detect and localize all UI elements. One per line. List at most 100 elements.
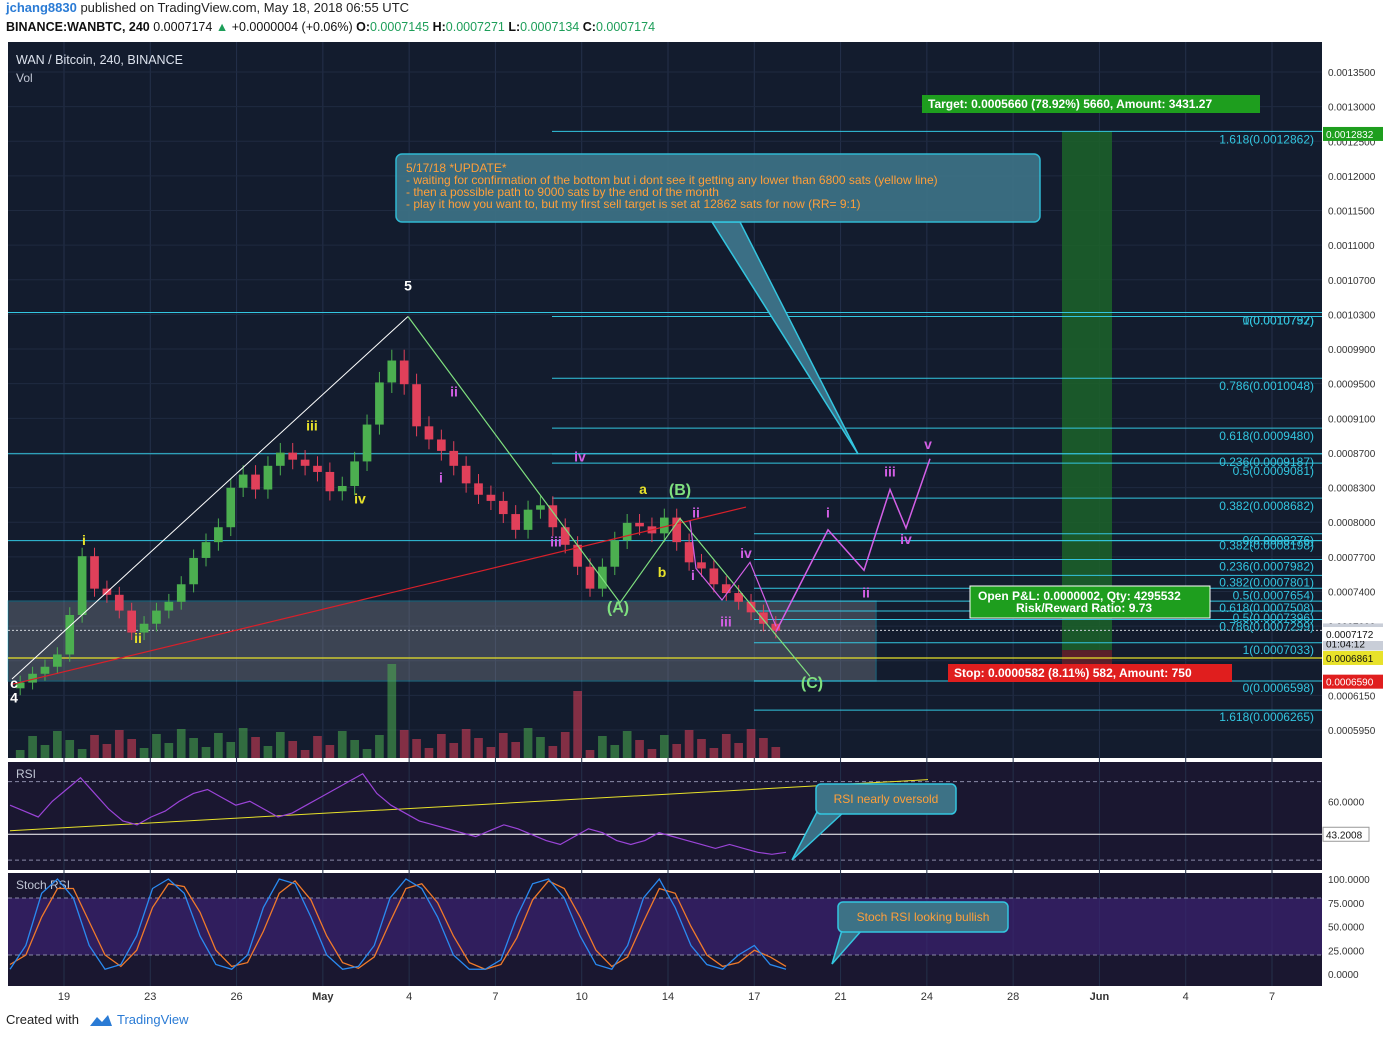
close-value: 0.0007174 — [595, 20, 656, 34]
volume-bar — [647, 749, 657, 758]
fib-level-label: 0.382(0.0007801) — [1219, 575, 1314, 589]
volume-bar — [672, 744, 682, 758]
candle-body — [560, 527, 570, 545]
price-tick-label: 0.0006150 — [1328, 691, 1376, 702]
candle-body — [40, 666, 50, 674]
candle-body — [486, 494, 496, 501]
price-tick-label: 0.0009100 — [1328, 414, 1376, 425]
price-tick-label: 0.0008300 — [1328, 484, 1376, 495]
wave-label: iii — [550, 534, 562, 550]
target-zone — [1062, 131, 1112, 651]
x-tick-label: 28 — [1007, 991, 1019, 1003]
price-tick-label: 0.0008700 — [1328, 449, 1376, 460]
target-text: Target: 0.0005660 (78.92%) 5660, Amount:… — [928, 97, 1212, 111]
fib-level-label: 0.786(0.0007299) — [1219, 619, 1314, 633]
open-value: 0.0007145 — [370, 20, 430, 34]
wave-label: iv — [900, 531, 912, 547]
tradingview-logo-icon — [90, 1015, 112, 1026]
wave-label: c — [10, 675, 18, 691]
candle-body — [251, 474, 260, 490]
volume-bar — [40, 745, 50, 758]
last-price: 0.0007174 — [153, 20, 213, 34]
stoch-tick-label: 25.0000 — [1328, 946, 1365, 957]
x-tick-label: 19 — [58, 991, 70, 1003]
volume-bar — [523, 728, 533, 758]
fib-level-label: 1.618(0.0006265) — [1219, 710, 1314, 724]
fib-level-label: 0.786(0.0010048) — [1219, 379, 1314, 393]
candle-body — [350, 461, 359, 486]
chart-canvas[interactable]: 19 23 26 May 4 7 10 14 17 21 24 28 Jun 4 7 0.0013500 0.0… — [0, 40, 1388, 1004]
candle-body — [709, 568, 719, 585]
volume-bar — [449, 743, 459, 758]
volume-bar — [721, 734, 731, 758]
volume-bar — [114, 730, 124, 758]
wave-label: iv — [740, 545, 752, 561]
pnl-text: Risk/Reward Ratio: 9.73 — [1016, 601, 1152, 615]
candle-body — [275, 452, 285, 466]
candle-body — [90, 556, 99, 589]
candle-body — [325, 471, 335, 492]
x-tick-label: May — [312, 991, 334, 1003]
volume-bar — [263, 746, 273, 758]
author-link[interactable]: jchang8830 — [6, 0, 77, 15]
rsi-label: RSI — [16, 767, 36, 781]
candle-body — [635, 522, 644, 527]
x-tick-label: 21 — [834, 991, 846, 1003]
symbol-label: BINANCE:WANBTC, 240 — [6, 20, 150, 34]
candle-body — [746, 601, 756, 613]
volume-bar — [251, 737, 260, 758]
x-tick-label: 17 — [748, 991, 760, 1003]
candle-body — [759, 612, 768, 624]
created-with-label: Created with — [6, 1012, 79, 1027]
tradingview-link[interactable]: TradingView — [117, 1012, 189, 1027]
volume-bar — [734, 743, 743, 758]
price-tick-label: 0.0011500 — [1328, 207, 1375, 218]
candle-body — [721, 584, 731, 594]
x-tick-label: 10 — [576, 991, 588, 1003]
volume-bar — [598, 736, 607, 758]
volume-bar — [635, 740, 644, 758]
chart-title: WAN / Bitcoin, 240, BINANCE — [16, 53, 183, 67]
footer: Created with TradingView — [0, 1004, 1388, 1037]
price-change: +0.0000004 (+0.06%) — [231, 20, 353, 34]
candle-body — [201, 542, 211, 558]
candle-body — [77, 556, 87, 615]
price-marker-label: 0.0006861 — [1326, 654, 1374, 665]
low-label: L: — [508, 20, 521, 34]
open-label: O: — [356, 20, 370, 34]
price-tick-label: 0.0007400 — [1328, 587, 1376, 598]
volume-bar — [201, 747, 211, 758]
volume-bar — [424, 748, 434, 758]
stoch-tick-label: 100.0000 — [1328, 875, 1370, 886]
candle-body — [474, 483, 483, 495]
volume-bar — [275, 732, 285, 758]
stop-text: Stop: 0.0000582 (8.11%) 582, Amount: 750 — [954, 666, 1192, 680]
x-tick-label: 4 — [406, 991, 412, 1003]
volume-bar — [65, 740, 75, 758]
stoch-band — [8, 898, 1322, 955]
up-triangle-icon: ▲ — [215, 20, 229, 34]
candle-body — [263, 465, 273, 490]
x-tick-label: 23 — [144, 991, 156, 1003]
candle-body — [176, 584, 186, 602]
callout-text: - play it how you want to, but my first … — [406, 197, 861, 211]
volume-label: Vol — [16, 71, 33, 85]
candle-body — [684, 542, 694, 563]
candle-body — [362, 424, 372, 462]
volume-bar — [511, 742, 521, 758]
x-tick-label: 4 — [1183, 991, 1189, 1003]
publish-header: jchang8830 published on TradingView.com,… — [0, 0, 1388, 20]
volume-bar — [746, 729, 756, 758]
wave-label: b — [658, 564, 667, 580]
candle-body — [498, 500, 508, 515]
volume-bar — [560, 732, 570, 758]
volume-bar — [585, 750, 595, 758]
wave-label: iii — [720, 613, 732, 629]
rsi-value-label: 43.2008 — [1326, 830, 1363, 841]
volume-bar — [238, 728, 248, 758]
volume-bar — [53, 731, 62, 758]
wave-label: 5 — [404, 277, 412, 293]
wave-label: ii — [862, 584, 870, 600]
symbol-header: BINANCE:WANBTC, 240 0.0007174 ▲ +0.00000… — [0, 20, 1388, 40]
wave-label: iii — [884, 463, 896, 479]
